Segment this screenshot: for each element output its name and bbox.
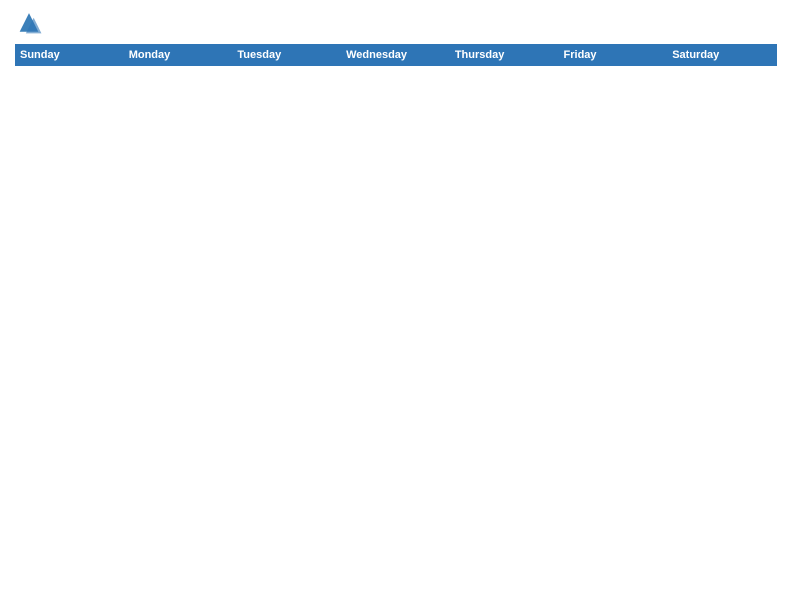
weekday-header-saturday: Saturday (668, 45, 777, 66)
weekday-header-row: SundayMondayTuesdayWednesdayThursdayFrid… (16, 45, 777, 66)
weekday-header-thursday: Thursday (450, 45, 559, 66)
weekday-header-wednesday: Wednesday (342, 45, 451, 66)
weekday-header-friday: Friday (559, 45, 668, 66)
header (15, 10, 777, 38)
logo (15, 10, 47, 38)
logo-icon (15, 10, 43, 38)
page: SundayMondayTuesdayWednesdayThursdayFrid… (0, 0, 792, 612)
weekday-header-monday: Monday (124, 45, 233, 66)
weekday-header-tuesday: Tuesday (233, 45, 342, 66)
calendar-table: SundayMondayTuesdayWednesdayThursdayFrid… (15, 44, 777, 602)
weekday-header-sunday: Sunday (16, 45, 125, 66)
